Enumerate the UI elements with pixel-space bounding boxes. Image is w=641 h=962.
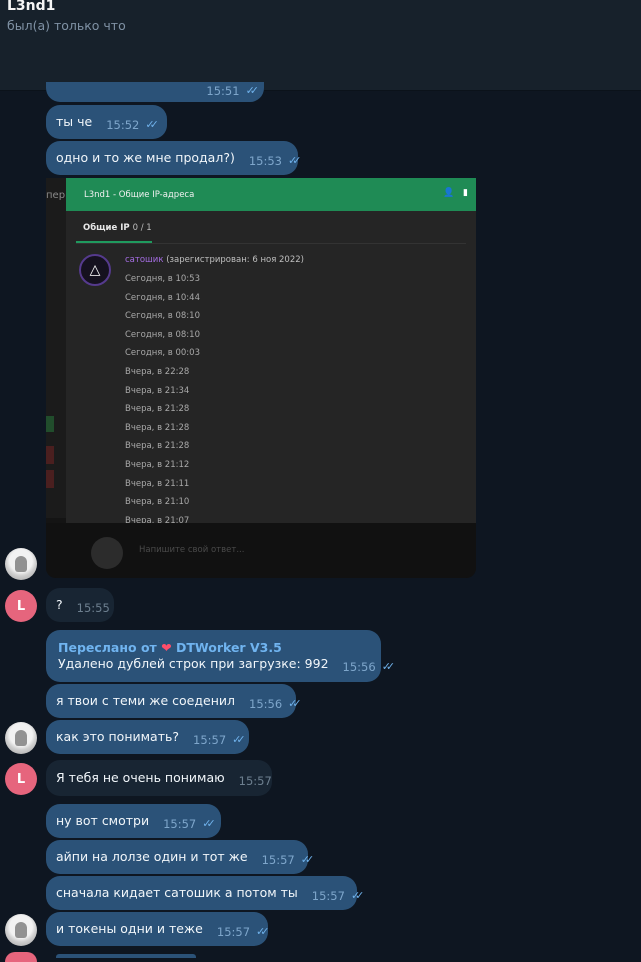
message-text: ну вот смотри xyxy=(56,813,150,828)
read-checkmarks-icon: ✓✓ xyxy=(288,697,302,710)
user-registration: (зарегистрирован: 6 ноя 2022) xyxy=(166,255,304,265)
message-time: 15:55 xyxy=(76,601,110,615)
user-name: сатошик xyxy=(125,255,164,265)
message-time: 15:57 xyxy=(238,774,272,788)
avatar[interactable] xyxy=(5,548,37,580)
divider xyxy=(76,243,466,244)
message-bubble[interactable]: сначала кидает сатошик а потом ты 15:57 … xyxy=(46,876,365,910)
tab-shared-ip: Общие IP 0 / 1 xyxy=(83,223,152,233)
read-checkmarks-icon: ✓✓ xyxy=(300,853,315,866)
modal-title: L3nd1 - Общие IP-адреса xyxy=(84,189,195,200)
user-logo-icon: △ xyxy=(79,254,111,286)
message-bubble-partial[interactable]: 15:51 ✓✓ xyxy=(46,82,264,102)
read-checkmarks-icon: ✓✓ xyxy=(288,154,302,167)
ip-entry: Сегодня, в 10:53 xyxy=(125,274,200,284)
footer-placeholder: Напишите свой ответ... xyxy=(139,545,245,555)
ip-entry: Вчера, в 22:28 xyxy=(125,367,190,377)
read-checkmarks-icon: ✓✓ xyxy=(245,84,260,97)
ip-entry: Вчера, в 21:28 xyxy=(125,441,190,452)
message-bubble[interactable]: одно и то же мне продал?) 15:53 ✓✓ xyxy=(46,141,302,175)
modal-header: L3nd1 - Общие IP-адреса 👤 ▮ xyxy=(66,178,476,211)
message-text: айпи на лолзе один и тот же xyxy=(56,849,248,864)
message-text: и токены одни и теже xyxy=(56,921,203,936)
avatar[interactable]: L xyxy=(5,590,37,622)
message-bubble[interactable]: ну вот смотри 15:57 ✓✓ xyxy=(46,804,221,838)
ip-entry: Сегодня, в 08:10 xyxy=(125,329,200,340)
message-time: 15:56 xyxy=(342,660,376,674)
message-time: 15:57 xyxy=(193,733,227,747)
ip-entry: Вчера, в 21:34 xyxy=(125,385,190,396)
read-checkmarks-icon: ✓✓ xyxy=(232,733,246,746)
ip-entry: Вчера, в 21:28 xyxy=(125,404,190,415)
screenshot-left-green xyxy=(46,416,54,432)
message-time: 15:56 xyxy=(249,697,283,711)
message-bubble[interactable]: Я тебя не очень понимаю 15:57 xyxy=(46,760,272,796)
message-bubble[interactable]: ты че 15:52 ✓✓ xyxy=(46,105,167,139)
ip-entry: Вчера, в 21:10 xyxy=(125,497,190,508)
read-checkmarks-icon: ✓✓ xyxy=(202,817,216,830)
message-bubble[interactable]: айпи на лолзе один и тот же 15:57 ✓✓ xyxy=(46,840,315,874)
forwarded-header[interactable]: Переслано от ❤ DTWorker V3.5 xyxy=(58,640,282,656)
tab-label: Общие IP xyxy=(83,223,130,233)
screenshot-left-red xyxy=(46,470,54,488)
read-checkmarks-icon: ✓✓ xyxy=(381,660,396,673)
read-checkmarks-icon: ✓✓ xyxy=(256,925,270,938)
ip-entry: Сегодня, в 00:03 xyxy=(125,348,200,359)
screenshot-left-red xyxy=(46,446,54,464)
avatar[interactable]: L xyxy=(5,763,37,795)
message-bubble[interactable]: как это понимать? 15:57 ✓✓ xyxy=(46,720,249,754)
chat-title[interactable]: L3nd1 xyxy=(7,0,55,14)
message-text: как это понимать? xyxy=(56,729,179,744)
footer-avatar xyxy=(91,537,123,569)
ip-entry: Вчера, в 21:12 xyxy=(125,460,190,470)
ip-entry: Вчера, в 21:11 xyxy=(125,478,190,489)
tab-count: 0 / 1 xyxy=(132,223,152,233)
message-text: Я тебя не очень понимаю xyxy=(56,770,225,785)
clipboard-icon: ▮ xyxy=(463,188,468,198)
screenshot-left-text: пер xyxy=(46,190,66,201)
chat-status: был(а) только что xyxy=(7,18,126,33)
message-bubble[interactable]: ? 15:55 xyxy=(46,588,114,622)
forwarded-body: Удалено дублей строк при загрузке: 992 1… xyxy=(58,656,396,674)
message-time: 15:57 xyxy=(311,889,345,903)
ip-entry: Вчера, в 21:28 xyxy=(125,422,190,433)
message-text: Удалено дублей строк при загрузке: 992 xyxy=(58,656,329,671)
screenshot-left-pane xyxy=(46,178,66,518)
message-text: одно и то же мне продал?) xyxy=(56,150,235,165)
message-text: ? xyxy=(56,597,63,612)
ip-entry: Сегодня, в 08:10 xyxy=(125,311,200,322)
forwarded-from: DTWorker V3.5 xyxy=(175,640,282,655)
read-checkmarks-icon: ✓✓ xyxy=(145,118,159,131)
user-line: сатошик (зарегистрирован: 6 ноя 2022) xyxy=(125,255,304,265)
modal-header-icons: 👤 ▮ xyxy=(443,188,468,198)
message-time: 15:51 xyxy=(206,84,240,98)
message-time: 15:53 xyxy=(248,154,282,168)
user-icon: 👤 xyxy=(442,188,455,198)
message-bubble-partial xyxy=(56,954,196,958)
shared-ip-modal: L3nd1 - Общие IP-адреса 👤 ▮ Общие IP 0 /… xyxy=(66,178,476,526)
message-text: я твои с теми же соеденил xyxy=(56,693,235,708)
message-time: 15:57 xyxy=(216,925,251,939)
chat-header: L3nd1 был(а) только что xyxy=(0,0,641,91)
message-bubble[interactable]: и токены одни и теже 15:57 ✓✓ xyxy=(46,912,270,946)
message-time: 15:52 xyxy=(106,118,140,132)
message-text: сначала кидает сатошик а потом ты xyxy=(56,885,298,900)
message-time: 15:57 xyxy=(163,817,197,831)
screenshot-footer: Напишите свой ответ... xyxy=(46,523,476,578)
avatar-partial xyxy=(5,952,37,962)
avatar[interactable] xyxy=(5,722,37,754)
avatar[interactable] xyxy=(5,914,37,946)
ip-entry: Сегодня, в 10:44 xyxy=(125,292,200,303)
read-checkmarks-icon: ✓✓ xyxy=(350,889,365,902)
message-bubble[interactable]: я твои с теми же соеденил 15:56 ✓✓ xyxy=(46,684,302,718)
screenshot-image[interactable]: пер L3nd1 - Общие IP-адреса 👤 ▮ Общие IP… xyxy=(46,178,476,578)
heart-icon: ❤ xyxy=(161,640,172,655)
forwarded-prefix: Переслано от xyxy=(58,640,157,655)
forwarded-message-bubble[interactable]: Переслано от ❤ DTWorker V3.5 Удалено дуб… xyxy=(46,630,395,682)
message-time: 15:57 xyxy=(261,853,295,867)
message-text: ты че xyxy=(56,114,93,129)
